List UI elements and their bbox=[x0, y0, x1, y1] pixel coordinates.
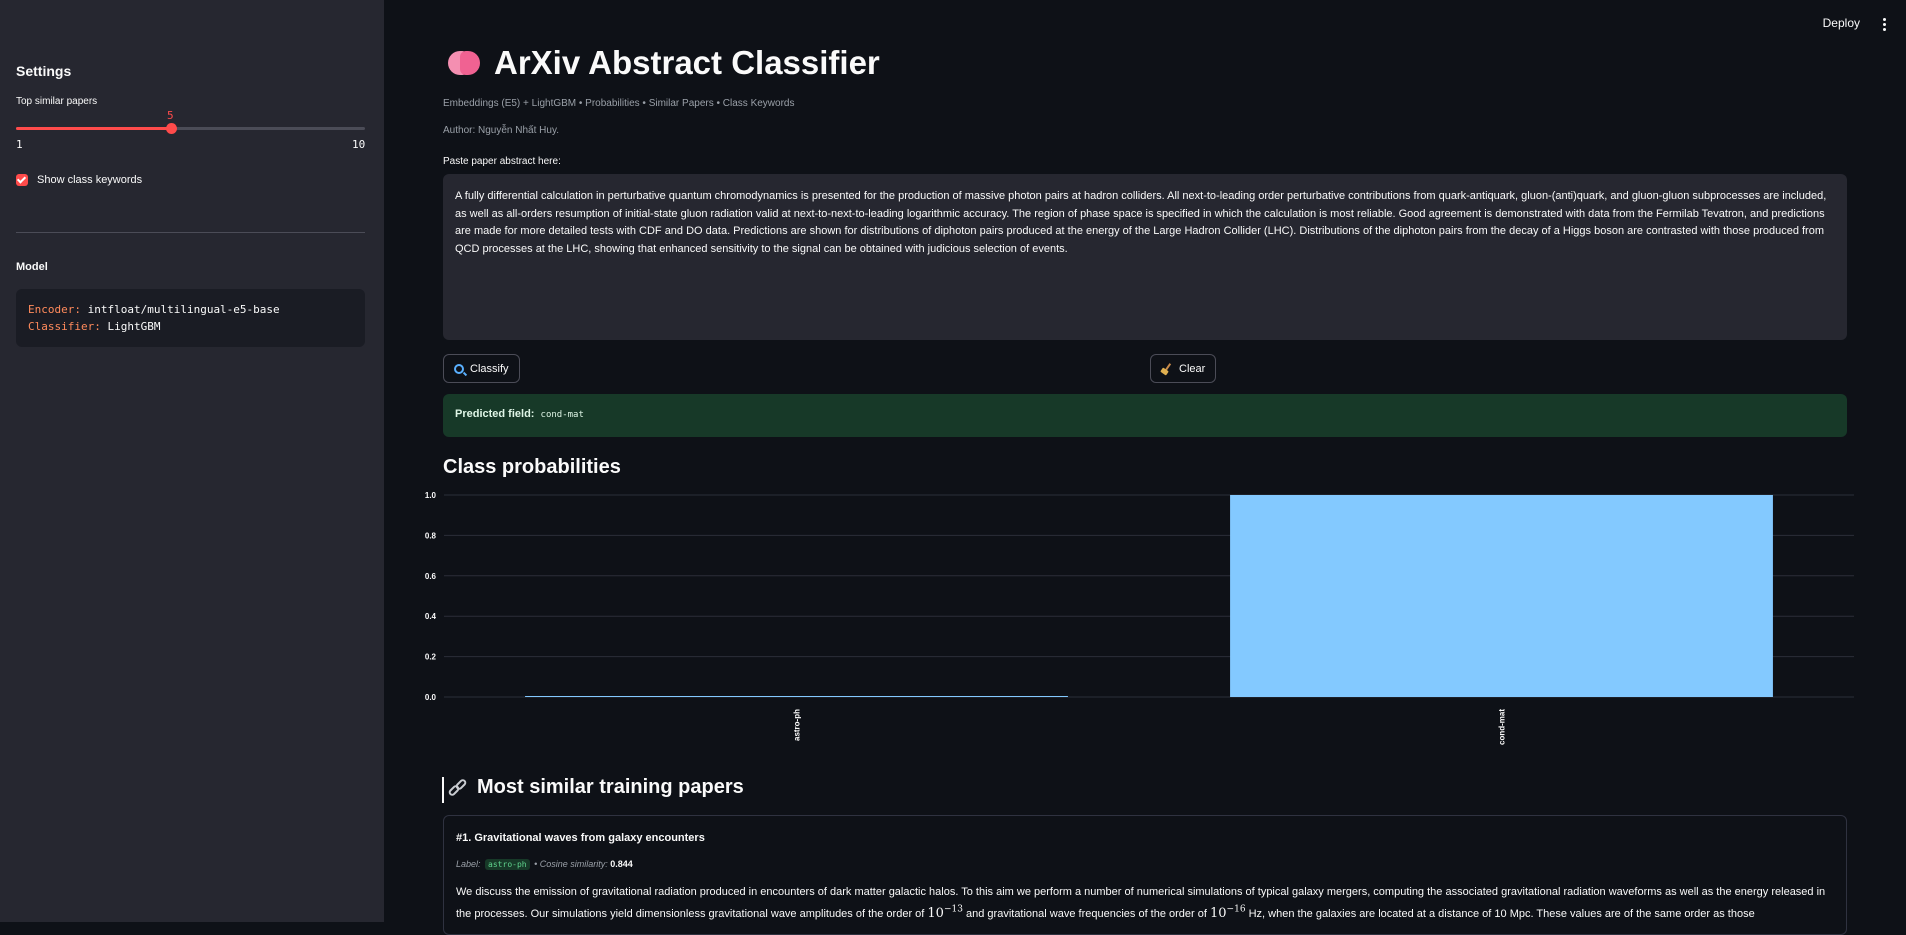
checkbox-label: Show class keywords bbox=[37, 174, 143, 186]
math-power: 10−16 bbox=[1210, 905, 1246, 922]
clear-label: Clear bbox=[1179, 362, 1206, 375]
abstract-textarea[interactable]: A fully differential calculation in pert… bbox=[443, 174, 1847, 340]
link-icon bbox=[447, 777, 469, 797]
y-tick-label: 0.0 bbox=[425, 693, 437, 702]
classifier-line: Classifier: LightGBM bbox=[28, 318, 353, 335]
probability-chart: 0.0 0.2 0.4 0.6 0.8 1.0 astro-ph cond-mat bbox=[425, 491, 1854, 745]
sidebar: Settings Top similar papers 5 1 10 Show … bbox=[0, 0, 384, 922]
similarity-prefix: • Cosine similarity: bbox=[534, 859, 608, 869]
similar-heading-text: Most similar training papers bbox=[477, 776, 744, 798]
classifier-value: LightGBM bbox=[107, 320, 161, 333]
encoder-key: Encoder: bbox=[28, 303, 81, 316]
top-similar-slider[interactable] bbox=[16, 123, 365, 134]
slider-thumb[interactable] bbox=[166, 123, 178, 134]
paper-abstract: We discuss the emission of gravitational… bbox=[456, 883, 1834, 923]
slider-max: 10 bbox=[352, 138, 366, 151]
search-icon bbox=[454, 363, 464, 374]
paper-meta: Label: astro-ph • Cosine similarity: 0.8… bbox=[456, 859, 1834, 870]
y-tick-label: 0.4 bbox=[425, 612, 437, 621]
similar-paper-card: #1. Gravitational waves from galaxy enco… bbox=[443, 815, 1847, 935]
y-tick-label: 0.6 bbox=[425, 572, 437, 581]
label-prefix: Label: bbox=[456, 859, 481, 869]
model-title: Model bbox=[16, 261, 48, 273]
x-tick-label: astro-ph bbox=[793, 709, 802, 741]
bar-astro-ph bbox=[525, 696, 1068, 697]
main-menu-icon[interactable] bbox=[1878, 16, 1890, 32]
prediction-alert: Predicted field: cond-mat bbox=[443, 394, 1847, 437]
similar-heading: Most similar training papers bbox=[443, 776, 744, 799]
bar-cond-mat bbox=[1230, 495, 1773, 697]
top-similar-label: Top similar papers bbox=[16, 96, 98, 107]
classify-button[interactable]: Classify bbox=[443, 354, 520, 383]
y-tick-label: 0.2 bbox=[425, 653, 437, 662]
page-title-text: ArXiv Abstract Classifier bbox=[494, 44, 880, 81]
checkbox-checked-icon[interactable] bbox=[16, 174, 28, 186]
abstract-label: Paste paper abstract here: bbox=[443, 156, 561, 167]
paper-label-badge: astro-ph bbox=[485, 859, 530, 870]
slider-fill bbox=[16, 127, 172, 130]
encoder-value: intfloat/multilingual-e5-base bbox=[87, 303, 280, 316]
slider-value: 5 bbox=[167, 109, 174, 122]
predicted-value: cond-mat bbox=[540, 410, 584, 420]
clear-button[interactable]: Clear bbox=[1150, 354, 1217, 383]
paper-abstract-text: We discuss the emission of gravitational… bbox=[456, 886, 1826, 922]
classifier-key: Classifier: bbox=[28, 320, 101, 333]
topbar: Deploy bbox=[1706, 0, 1906, 48]
model-code-block: Encoder: intfloat/multilingual-e5-base C… bbox=[16, 289, 365, 347]
page-title: ArXiv Abstract Classifier bbox=[446, 44, 880, 82]
x-tick-label: cond-mat bbox=[1498, 709, 1507, 745]
predicted-label: Predicted field: bbox=[455, 408, 535, 420]
author: Author: Nguyễn Nhất Huy. bbox=[443, 125, 559, 136]
y-tick-label: 1.0 bbox=[425, 491, 437, 500]
similarity-value: 0.844 bbox=[610, 859, 633, 869]
divider bbox=[16, 232, 365, 233]
broom-icon bbox=[1161, 363, 1173, 375]
probabilities-heading: Class probabilities bbox=[443, 456, 621, 478]
deploy-button[interactable]: Deploy bbox=[1823, 16, 1860, 30]
classify-label: Classify bbox=[470, 362, 509, 375]
slider-min: 1 bbox=[16, 138, 23, 151]
main-area: Deploy ArXiv Abstract Classifier Embeddi… bbox=[384, 0, 1906, 935]
settings-title: Settings bbox=[16, 63, 72, 79]
y-tick-label: 0.8 bbox=[425, 531, 437, 540]
math-power: 10−13 bbox=[927, 905, 963, 922]
show-class-keywords-checkbox[interactable]: Show class keywords bbox=[16, 174, 142, 186]
brain-icon bbox=[446, 48, 482, 78]
paper-title: #1. Gravitational waves from galaxy enco… bbox=[456, 832, 705, 844]
caption: Embeddings (E5) + LightGBM • Probabiliti… bbox=[443, 98, 795, 109]
encoder-line: Encoder: intfloat/multilingual-e5-base bbox=[28, 301, 353, 318]
